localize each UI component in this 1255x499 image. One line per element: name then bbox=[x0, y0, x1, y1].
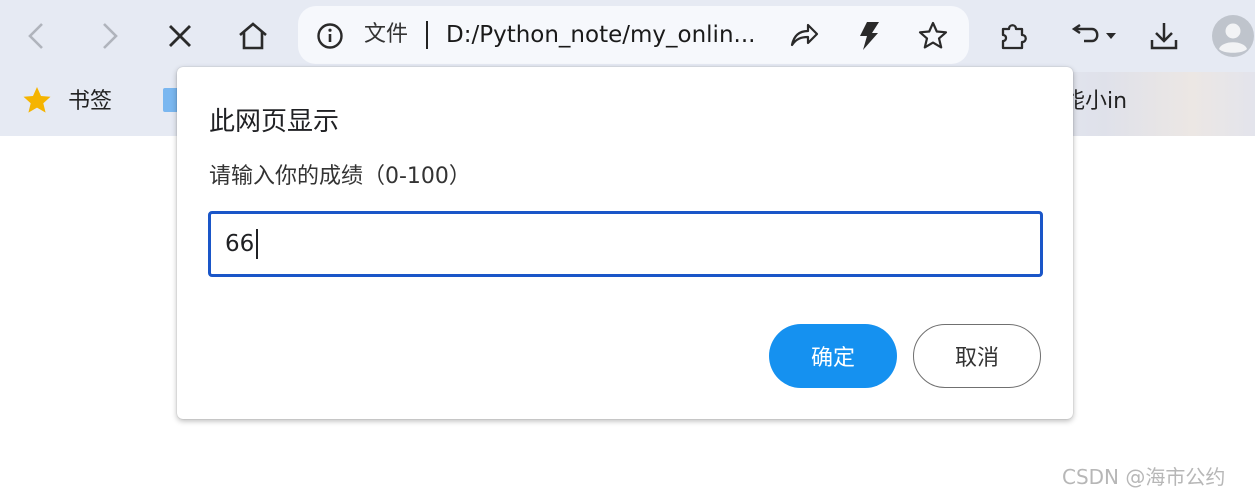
extensions-button[interactable] bbox=[992, 14, 1036, 58]
downloads-button[interactable] bbox=[1142, 14, 1186, 58]
chevron-right-icon bbox=[103, 23, 118, 49]
browser-toolbar: 文件 D:/Python_note/my_onlin... bbox=[0, 0, 1255, 72]
stop-button[interactable] bbox=[158, 14, 202, 58]
forward-button[interactable] bbox=[88, 14, 132, 58]
dialog-title: 此网页显示 bbox=[209, 107, 340, 137]
avatar-icon bbox=[1211, 15, 1254, 57]
cancel-button[interactable]: 取消 bbox=[913, 324, 1041, 388]
info-icon[interactable] bbox=[316, 22, 344, 50]
prompt-input[interactable]: 66 bbox=[208, 211, 1043, 277]
watermark: CSDN @海市公约 bbox=[1062, 465, 1226, 489]
chevron-left-icon bbox=[28, 23, 43, 49]
text-caret bbox=[256, 229, 259, 259]
share-icon[interactable] bbox=[788, 21, 820, 49]
dialog-message: 请输入你的成绩（0-100） bbox=[209, 164, 471, 189]
home-icon bbox=[239, 22, 267, 50]
undo-dropdown-icon bbox=[1071, 24, 1116, 43]
back-button[interactable] bbox=[14, 14, 58, 58]
prompt-dialog: 此网页显示 请输入你的成绩（0-100） 66 确定 取消 bbox=[177, 67, 1073, 419]
download-icon bbox=[1150, 23, 1178, 50]
puzzle-icon bbox=[1001, 24, 1027, 50]
star-outline-icon[interactable] bbox=[918, 21, 948, 49]
ok-button[interactable]: 确定 bbox=[769, 324, 897, 388]
address-bar[interactable]: 文件 D:/Python_note/my_onlin... bbox=[298, 6, 969, 64]
prompt-input-value: 66 bbox=[225, 231, 255, 257]
url-separator bbox=[426, 21, 428, 49]
url-scheme-label: 文件 bbox=[364, 22, 409, 47]
url-text[interactable]: D:/Python_note/my_onlin... bbox=[446, 21, 755, 49]
undo-menu-button[interactable] bbox=[1066, 14, 1122, 58]
star-filled-icon bbox=[23, 87, 51, 113]
profile-button[interactable] bbox=[1210, 14, 1255, 58]
lightning-icon[interactable] bbox=[858, 21, 880, 51]
bookmarks-label[interactable]: 书签 bbox=[68, 88, 112, 116]
home-button[interactable] bbox=[231, 14, 275, 58]
close-icon bbox=[169, 25, 191, 47]
